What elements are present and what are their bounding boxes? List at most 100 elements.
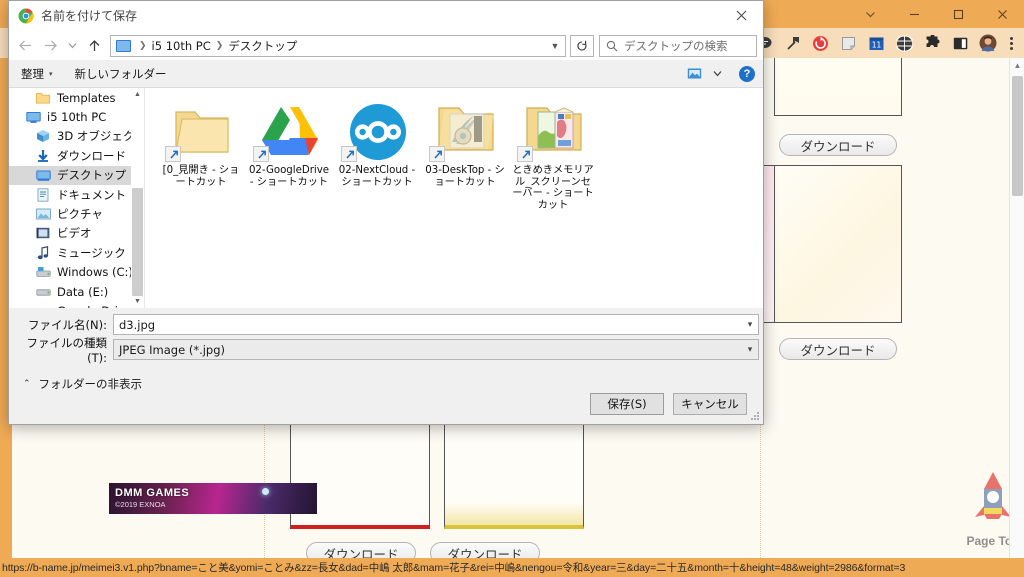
forward-button[interactable] <box>38 34 62 58</box>
list-item[interactable]: 02-NextCloud - ショートカット <box>333 98 421 211</box>
sidebar-item-label: ピクチャ <box>57 206 103 222</box>
cancel-label: キャンセル <box>681 396 739 412</box>
picture-icon <box>35 206 51 222</box>
google-drive-icon <box>261 105 319 157</box>
scrollbar-thumb[interactable] <box>132 188 143 296</box>
chevron-down-icon[interactable] <box>848 0 892 28</box>
download-label: ダウンロード <box>800 340 875 359</box>
avatar-icon[interactable] <box>976 31 1000 55</box>
search-input[interactable]: デスクトップの検索 <box>599 35 757 57</box>
shortcut-badge-icon <box>253 146 269 162</box>
sidebar-item-label: Data (E:) <box>57 285 108 299</box>
list-item[interactable] <box>774 165 902 323</box>
save-button[interactable]: 保存(S) <box>590 393 664 415</box>
filetype-select[interactable]: JPEG Image (*.jpg) ▾ <box>113 339 759 360</box>
organize-button[interactable]: 整理 ▾ <box>21 66 53 82</box>
download-button[interactable]: ダウンロード <box>779 338 897 360</box>
minimize-icon[interactable] <box>892 0 936 28</box>
advertisement-banner[interactable]: DMM GAMES ©2019 EXNOA <box>109 483 317 514</box>
search-placeholder: デスクトップの検索 <box>624 38 728 54</box>
puzzle-icon[interactable] <box>920 31 944 55</box>
sidebar-item-videos[interactable]: ビデオ <box>9 224 144 243</box>
file-icon-wrap <box>341 100 413 162</box>
sidebar-item-downloads[interactable]: ダウンロード <box>9 146 144 165</box>
file-list-pane[interactable]: [0_見開き - ショートカット <box>145 88 763 308</box>
globe-grid-icon[interactable] <box>892 31 916 55</box>
menu-kebab-icon[interactable] <box>1002 31 1020 55</box>
back-button[interactable] <box>13 34 37 58</box>
drive-icon <box>35 303 51 308</box>
sidebar-item-desktop[interactable]: デスクトップ <box>9 166 144 185</box>
list-item[interactable]: [0_見開き - ショートカット <box>157 98 245 211</box>
help-button[interactable]: ? <box>739 66 755 82</box>
sidebar-item-3d-objects[interactable]: 3D オブジェクト <box>9 127 144 146</box>
scroll-up-icon[interactable]: ▲ <box>131 88 144 101</box>
scrollbar-thumb[interactable] <box>1012 76 1023 196</box>
filename-input[interactable]: d3.jpg ▾ <box>113 314 759 335</box>
download-button[interactable]: ダウンロード <box>430 542 540 558</box>
file-name: ときめきメモリアル_スクリーンセーバー - ショートカット <box>511 165 595 211</box>
recent-locations-button[interactable] <box>63 34 81 58</box>
navigation-pane-scrollbar[interactable]: ▲ ▼ <box>131 88 144 308</box>
filetype-label: ファイルの種類(T): <box>9 335 113 365</box>
file-icon-wrap <box>517 100 589 162</box>
page-scrollbar[interactable]: ▲ <box>1009 58 1024 558</box>
view-options-button[interactable] <box>684 64 704 84</box>
calendar-icon[interactable]: 11 <box>864 31 888 55</box>
folder-icon <box>35 90 51 106</box>
svg-text:11: 11 <box>871 40 881 49</box>
breadcrumb-item-desktop[interactable]: デスクトップ <box>228 38 297 54</box>
cancel-button[interactable]: キャンセル <box>673 393 747 415</box>
close-icon[interactable] <box>980 0 1024 28</box>
filetype-value: JPEG Image (*.jpg) <box>119 343 225 357</box>
sidebar-item-pictures[interactable]: ピクチャ <box>9 204 144 223</box>
folder-icon <box>174 106 230 156</box>
sidebar-item-templates[interactable]: Templates <box>9 88 144 107</box>
list-item[interactable]: 03-DeskTop - ショートカット <box>421 98 509 211</box>
note-icon[interactable] <box>836 31 860 55</box>
window-controls <box>848 0 1024 28</box>
chevron-down-icon[interactable]: ▾ <box>742 320 758 330</box>
list-item[interactable]: ときめきメモリアル_スクリーンセーバー - ショートカット <box>509 98 597 211</box>
sidebar-item-label: ダウンロード <box>57 148 126 164</box>
list-item[interactable]: 02-GoogleDrive - ショートカット <box>245 98 333 211</box>
refresh-button[interactable] <box>570 35 594 57</box>
shortcut-badge-icon <box>517 146 533 162</box>
close-icon[interactable] <box>719 1 763 30</box>
breadcrumb-item-pc[interactable]: i5 10th PC <box>152 39 211 53</box>
file-name: 02-GoogleDrive - ショートカット <box>247 165 331 188</box>
sidebar-item-data-e[interactable]: Data (E:) <box>9 282 144 301</box>
view-dropdown-button[interactable] <box>707 64 727 84</box>
file-icon-wrap <box>253 100 325 162</box>
refresh-orange-icon[interactable] <box>808 31 832 55</box>
sidebar-item-documents[interactable]: ドキュメント <box>9 185 144 204</box>
maximize-icon[interactable] <box>936 0 980 28</box>
list-item[interactable] <box>774 58 902 116</box>
chevron-down-icon[interactable]: ▼ <box>547 41 563 51</box>
download-button[interactable]: ダウンロード <box>779 134 897 156</box>
monitor-icon <box>25 109 41 125</box>
sidebar-item-label: Windows (C:) <box>57 265 133 279</box>
chrome-icon <box>18 8 34 24</box>
new-folder-button[interactable]: 新しいフォルダー <box>75 66 167 82</box>
hide-folders-toggle[interactable]: ⌃ フォルダーの非表示 <box>9 364 763 392</box>
scroll-up-icon[interactable]: ▲ <box>1010 58 1024 73</box>
chevron-down-icon[interactable]: ▾ <box>742 345 758 355</box>
sidebar-item-windows-c[interactable]: Windows (C:) <box>9 263 144 282</box>
scroll-down-icon[interactable]: ▼ <box>131 295 144 308</box>
sidebar-item-pc[interactable]: i5 10th PC <box>9 107 144 126</box>
sidebar-item-music[interactable]: ミュージック <box>9 243 144 262</box>
download-button[interactable]: ダウンロード <box>306 542 416 558</box>
sidepanel-icon[interactable] <box>948 31 972 55</box>
ad-orb <box>262 488 269 495</box>
resize-grip[interactable] <box>749 410 761 422</box>
pin-icon[interactable] <box>780 31 804 55</box>
list-item[interactable] <box>444 421 584 529</box>
sidebar-item-google-drive-j[interactable]: Google Drive (J:) <box>9 301 144 308</box>
download-icon <box>35 148 51 164</box>
address-bar[interactable]: ❯ i5 10th PC ❯ デスクトップ ▼ <box>110 35 566 57</box>
shortcut-badge-icon <box>429 146 445 162</box>
up-button[interactable] <box>82 34 106 58</box>
filetype-row: ファイルの種類(T): JPEG Image (*.jpg) ▾ <box>9 339 763 360</box>
help-label: ? <box>744 68 751 80</box>
